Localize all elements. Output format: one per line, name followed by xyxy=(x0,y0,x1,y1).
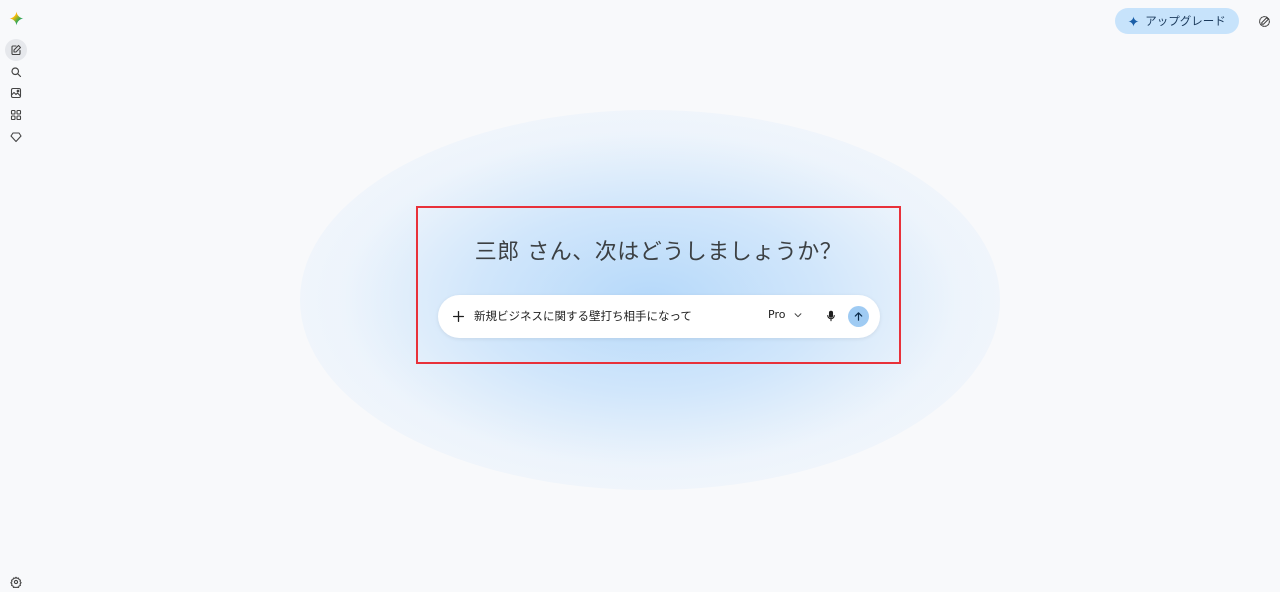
apps-icon[interactable] xyxy=(5,104,27,126)
arrow-up-icon xyxy=(854,312,863,321)
model-select[interactable]: Pro xyxy=(768,308,803,321)
send-button[interactable] xyxy=(848,306,869,327)
model-label: Pro xyxy=(768,308,786,321)
sparkle-icon xyxy=(1128,15,1139,27)
gem-icon[interactable] xyxy=(5,126,27,148)
chevron-down-icon xyxy=(795,312,802,317)
new-chat-icon[interactable] xyxy=(5,39,27,61)
highlight-frame xyxy=(416,206,901,364)
upgrade-label: アップグレード xyxy=(1145,14,1226,28)
add-icon[interactable] xyxy=(448,306,468,326)
sidebar xyxy=(0,0,32,592)
gemini-spark-icon[interactable] xyxy=(7,9,25,27)
settings-icon[interactable] xyxy=(5,571,27,592)
microphone-icon[interactable] xyxy=(821,306,841,326)
upgrade-button[interactable]: アップグレード xyxy=(1115,8,1239,34)
edit-icon[interactable] xyxy=(1254,11,1274,31)
gallery-icon[interactable] xyxy=(5,82,27,104)
prompt-input[interactable]: 新規ビジネスに関する壁打ち相手になって xyxy=(474,308,692,324)
search-icon[interactable] xyxy=(5,61,27,83)
prompt-box[interactable]: 新規ビジネスに関する壁打ち相手になって Pro xyxy=(438,295,880,338)
greeting-title: 三郎 さん、次はどうしましょうか？ xyxy=(474,240,843,265)
